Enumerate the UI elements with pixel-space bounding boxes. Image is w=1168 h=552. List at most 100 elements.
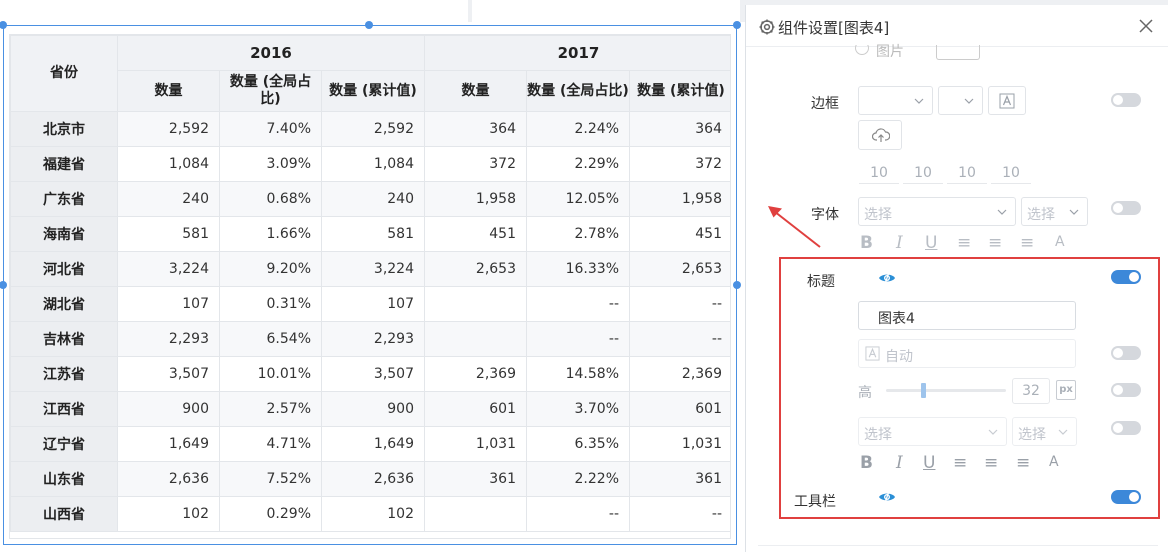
value-cell: 12.05% (526, 181, 630, 217)
annotation-arrow-icon (768, 206, 821, 248)
value-cell: 102 (321, 496, 425, 532)
table-row: 福建省 1,084 3.09% 1,084 372 2.29% 372 (10, 146, 730, 182)
resize-handle-right[interactable] (733, 281, 741, 289)
value-cell: 16.33% (526, 251, 630, 287)
font-size-select[interactable]: 选择 (1021, 197, 1088, 226)
value-cell: 2.29% (526, 146, 630, 182)
subheader-cumulative: 数量 (累计值) (321, 70, 425, 112)
padding-bottom-input[interactable]: 10 (947, 162, 987, 184)
resize-handle-top[interactable] (365, 21, 373, 29)
chevron-down-icon (997, 209, 1007, 215)
value-cell (424, 321, 527, 357)
value-cell: 3.70% (526, 391, 630, 427)
image-select[interactable] (936, 45, 980, 60)
align-left-icon[interactable]: ≡ (957, 233, 971, 253)
subheader-global-share: 数量 (全局占比) (219, 70, 322, 112)
italic-icon[interactable]: I (896, 233, 903, 253)
value-cell: 240 (321, 181, 425, 217)
top-card-right (472, 0, 740, 22)
value-cell: 451 (629, 216, 730, 252)
report-canvas: 省份 2016 2017 数量 数量 (全局占比) 数量 (累计值) 数量 数量… (0, 21, 745, 552)
value-cell: 2.57% (219, 391, 322, 427)
value-cell: 1,649 (321, 426, 425, 462)
province-cell: 辽宁省 (10, 426, 118, 462)
value-cell: 372 (424, 146, 527, 182)
close-icon[interactable] (1137, 17, 1155, 35)
value-cell: 1,958 (629, 181, 730, 217)
bold-icon[interactable]: B (860, 233, 873, 253)
value-cell: -- (629, 286, 730, 322)
table-row: 广东省 240 0.68% 240 1,958 12.05% 1,958 (10, 181, 730, 217)
value-cell: 1,031 (629, 426, 730, 462)
align-right-icon[interactable]: ≡ (1020, 233, 1034, 253)
chevron-down-icon (1069, 209, 1079, 215)
value-cell: 1.66% (219, 216, 322, 252)
province-cell: 山东省 (10, 461, 118, 497)
value-cell: 240 (117, 181, 220, 217)
province-cell: 福建省 (10, 146, 118, 182)
province-cell: 山西省 (10, 496, 118, 532)
value-cell: 4.71% (219, 426, 322, 462)
border-label: 边框 (811, 96, 839, 112)
value-cell: 10.01% (219, 356, 322, 392)
panel-header: 组件设置[图表4] (746, 5, 1168, 47)
value-cell: 2,592 (117, 111, 220, 147)
value-cell: 900 (321, 391, 425, 427)
province-cell: 江西省 (10, 391, 118, 427)
underline-icon[interactable]: U (925, 233, 937, 253)
font-family-select[interactable]: 选择 (858, 197, 1016, 226)
upload-button[interactable] (858, 120, 902, 150)
chevron-down-icon (914, 98, 924, 104)
table-row: 辽宁省 1,649 4.71% 1,649 1,031 6.35% 1,031 (10, 426, 730, 462)
value-cell: 107 (117, 286, 220, 322)
value-cell: 581 (117, 216, 220, 252)
value-cell: 364 (629, 111, 730, 147)
value-cell: 361 (424, 461, 527, 497)
border-color-button[interactable] (988, 86, 1026, 115)
border-toggle[interactable] (1111, 93, 1141, 107)
radio-image[interactable] (854, 45, 870, 57)
header-province: 省份 (10, 35, 118, 112)
align-center-icon[interactable]: ≡ (988, 233, 1002, 253)
province-cell: 海南省 (10, 216, 118, 252)
value-cell: 9.20% (219, 251, 322, 287)
table-row: 山西省 102 0.29% 102 -- -- (10, 496, 730, 532)
border-width-select[interactable] (938, 86, 983, 115)
value-cell: 1,649 (117, 426, 220, 462)
value-cell: 7.52% (219, 461, 322, 497)
value-cell: 601 (424, 391, 527, 427)
value-cell: 6.35% (526, 426, 630, 462)
value-cell (424, 496, 527, 532)
gear-icon (759, 19, 775, 35)
app-root: 省份 2016 2017 数量 数量 (全局占比) 数量 (累计值) 数量 数量… (0, 0, 1168, 552)
value-cell: 372 (629, 146, 730, 182)
padding-right-input[interactable]: 10 (903, 162, 943, 184)
value-cell: 3.09% (219, 146, 322, 182)
province-cell: 吉林省 (10, 321, 118, 357)
value-cell: 1,958 (424, 181, 527, 217)
value-cell: -- (526, 321, 630, 357)
value-cell: 107 (321, 286, 425, 322)
padding-left-input[interactable]: 10 (991, 162, 1031, 184)
value-cell: 2,653 (424, 251, 527, 287)
padding-top-input[interactable]: 10 (859, 162, 899, 184)
value-cell: 14.58% (526, 356, 630, 392)
province-cell: 湖北省 (10, 286, 118, 322)
value-cell: 2,293 (321, 321, 425, 357)
border-style-select[interactable] (858, 86, 933, 115)
value-cell: 2.78% (526, 216, 630, 252)
value-cell: 2,369 (424, 356, 527, 392)
header-year-2016: 2016 (117, 35, 425, 71)
value-cell: 364 (424, 111, 527, 147)
resize-handle-top-right[interactable] (733, 21, 741, 29)
value-cell: 2,592 (321, 111, 425, 147)
subheader-global-share: 数量 (全局占比) (526, 70, 630, 112)
table-row: 山东省 2,636 7.52% 2,636 361 2.22% 361 (10, 461, 730, 497)
font-toggle[interactable] (1111, 201, 1141, 215)
value-cell: 2,293 (117, 321, 220, 357)
province-cell: 北京市 (10, 111, 118, 147)
province-cell: 江苏省 (10, 356, 118, 392)
table-row: 海南省 581 1.66% 581 451 2.78% 451 (10, 216, 730, 252)
value-cell: 0.31% (219, 286, 322, 322)
font-color-icon[interactable]: A (1055, 234, 1065, 250)
